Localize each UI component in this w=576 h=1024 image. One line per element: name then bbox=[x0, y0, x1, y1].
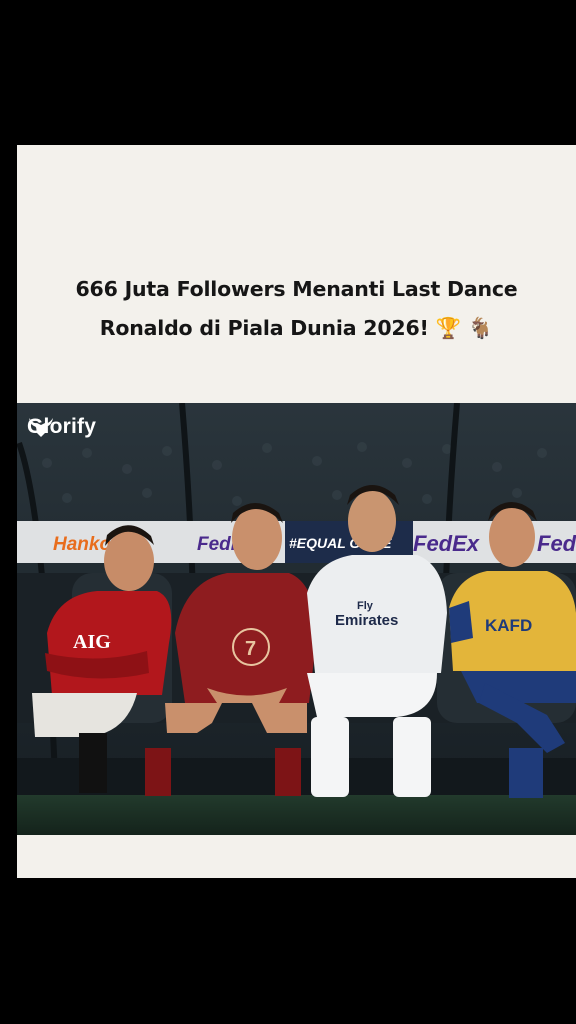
bull-logo-icon bbox=[29, 418, 53, 437]
ad-fedex-3: FedEx bbox=[537, 531, 576, 556]
post-photo: Hankook FedEx #EQUAL GAME FedEx FedEx AI… bbox=[17, 403, 576, 835]
ad-fedex-2: FedEx bbox=[413, 531, 480, 556]
ronaldo-bench-illustration: Hankook FedEx #EQUAL GAME FedEx FedEx AI… bbox=[17, 403, 576, 835]
jersey-sponsor-fly: Fly bbox=[357, 600, 374, 612]
glorify-watermark: Glorify bbox=[27, 415, 96, 439]
headline-line-2: Ronaldo di Piala Dunia 2026! 🏆 🐐 bbox=[17, 309, 576, 348]
headline-line-2-text: Ronaldo di Piala Dunia 2026! bbox=[99, 316, 429, 340]
jersey-sponsor-kafd: KAFD bbox=[485, 616, 532, 635]
trophy-emoji: 🏆 bbox=[435, 316, 462, 340]
post-card: 666 Juta Followers Menanti Last Dance Ro… bbox=[17, 145, 576, 878]
goat-emoji: 🐐 bbox=[467, 316, 494, 340]
jersey-number-7: 7 bbox=[245, 638, 256, 660]
jersey-sponsor-aig: AIG bbox=[73, 631, 111, 653]
jersey-sponsor-emirates: Emirates bbox=[335, 612, 398, 629]
headline-line-1: 666 Juta Followers Menanti Last Dance bbox=[75, 277, 518, 301]
post-headline: 666 Juta Followers Menanti Last Dance Ro… bbox=[17, 270, 576, 348]
